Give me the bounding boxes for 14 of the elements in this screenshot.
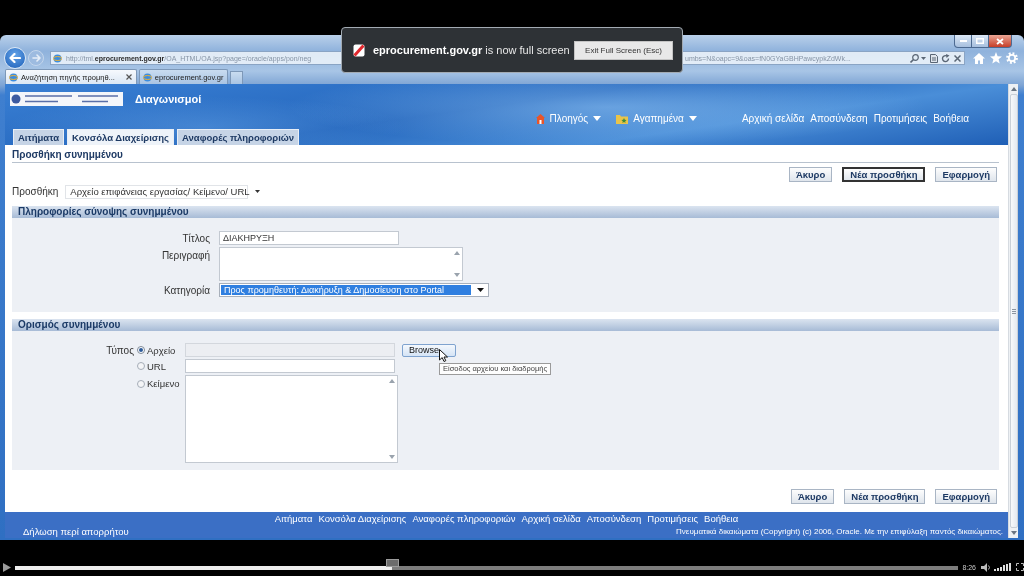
notice-message: eprocurement.gov.gr is now full screen: [373, 44, 570, 56]
section-header: Πληροφορίες σύνοψης συνημμένου: [12, 206, 999, 218]
copyright-text: Πνευματικά δικαιώματα (Copyright) (c) 2006, Oracle. Με την επιφύλαξη παντός δικαιώματος.: [676, 526, 1003, 536]
option-label: URL: [147, 360, 166, 372]
field-label: Τίτλος: [182, 232, 210, 244]
field-label: Περιγραφή: [161, 249, 210, 261]
app-title: Διαγωνισμοί: [135, 93, 202, 105]
option-label: Αρχείο: [147, 344, 176, 356]
page-title: Προσθήκη συνημμένου: [12, 149, 123, 160]
option-label: Κείμενο: [147, 378, 180, 389]
field-label: Τύπος: [106, 344, 134, 356]
field-label: Προσθήκη: [12, 186, 59, 197]
field-label: Κατηγορία: [163, 284, 210, 296]
section-header: Ορισμός συνημμένου: [12, 319, 999, 331]
